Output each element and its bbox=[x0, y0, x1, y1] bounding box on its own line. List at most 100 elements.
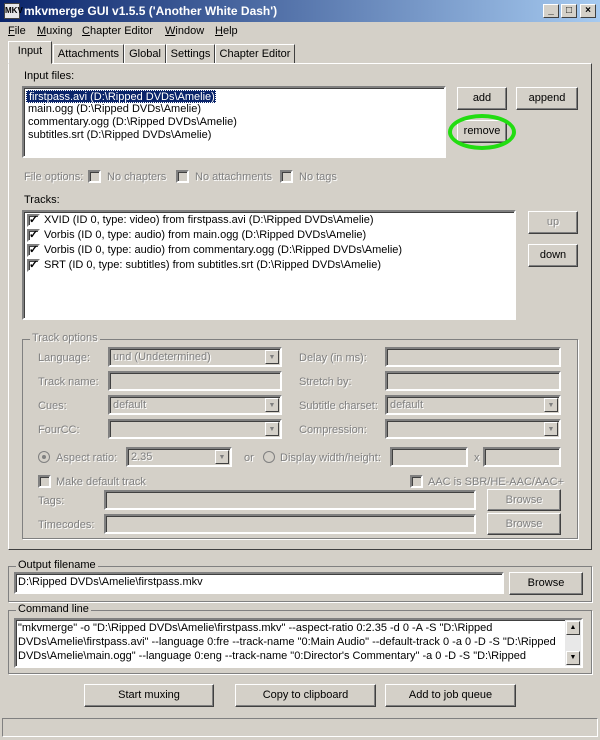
tab-input[interactable]: Input bbox=[8, 41, 52, 64]
menu-window[interactable]: Window bbox=[165, 25, 204, 37]
stretch-field[interactable] bbox=[385, 371, 561, 391]
track-options-title: Track options bbox=[30, 332, 100, 344]
menu-file[interactable]: File bbox=[8, 25, 26, 37]
aspect-ratio-label: Aspect ratio: bbox=[56, 452, 118, 464]
display-wh-label: Display width/height: bbox=[280, 452, 381, 464]
cues-value: default bbox=[113, 399, 147, 411]
close-icon[interactable]: × bbox=[580, 4, 596, 18]
language-select[interactable]: und (Undetermined) ▼ bbox=[108, 347, 282, 367]
stretch-label: Stretch by: bbox=[299, 376, 352, 388]
cues-select[interactable]: default ▼ bbox=[108, 395, 282, 415]
subtitle-charset-value: default bbox=[390, 399, 424, 411]
menu-bar: File Muxing Chapter Editor Window Help bbox=[0, 22, 600, 41]
output-filename-field[interactable]: D:\Ripped DVDs\Amelie\firstpass.mkv bbox=[14, 572, 504, 594]
subtitle-charset-select[interactable]: default ▼ bbox=[385, 395, 561, 415]
list-item[interactable]: subtitles.srt (D:\Ripped DVDs\Amelie) bbox=[26, 129, 211, 142]
window-title: mkvmerge GUI v1.5.5 ('Another White Dash… bbox=[24, 4, 278, 18]
no-tags-label: No tags bbox=[299, 171, 337, 183]
highlight-ring bbox=[448, 114, 516, 150]
no-chapters-checkbox[interactable] bbox=[88, 170, 101, 183]
chevron-down-icon: ▼ bbox=[215, 450, 229, 464]
output-title: Output filename bbox=[16, 559, 98, 571]
add-to-job-queue-button[interactable]: Add to job queue bbox=[385, 684, 516, 707]
title-bar[interactable]: MKV mkvmerge GUI v1.5.5 ('Another White … bbox=[0, 0, 600, 22]
tags-browse-button[interactable]: Browse bbox=[487, 489, 561, 511]
tags-field[interactable] bbox=[104, 490, 476, 510]
chevron-down-icon: ▼ bbox=[265, 350, 279, 364]
language-value: und (Undetermined) bbox=[113, 351, 211, 363]
minimize-icon[interactable]: _ bbox=[543, 4, 559, 18]
no-chapters-label: No chapters bbox=[107, 171, 167, 183]
or-label: or bbox=[244, 452, 254, 464]
scroll-up-icon[interactable]: ▲ bbox=[566, 621, 580, 635]
make-default-label: Make default track bbox=[56, 476, 146, 488]
no-attachments-checkbox[interactable] bbox=[176, 170, 189, 183]
timecodes-field[interactable] bbox=[104, 514, 476, 534]
list-item[interactable]: commentary.ogg (D:\Ripped DVDs\Amelie) bbox=[26, 116, 237, 129]
delay-label: Delay (in ms): bbox=[299, 352, 367, 364]
output-filename-value: D:\Ripped DVDs\Amelie\firstpass.mkv bbox=[18, 576, 203, 588]
language-label: Language: bbox=[38, 352, 90, 364]
tab-chapter-editor[interactable]: Chapter Editor bbox=[215, 44, 295, 64]
menu-chapter-editor[interactable]: Chapter Editor bbox=[82, 25, 153, 37]
file-options-label: File options: bbox=[24, 171, 84, 183]
aspect-ratio-radio[interactable] bbox=[38, 451, 50, 463]
chevron-down-icon: ▼ bbox=[544, 398, 558, 412]
chevron-down-icon: ▼ bbox=[265, 398, 279, 412]
delay-field[interactable] bbox=[385, 347, 561, 367]
make-default-checkbox[interactable] bbox=[38, 475, 51, 488]
aspect-ratio-select[interactable]: 2.35 ▼ bbox=[126, 447, 232, 467]
command-line-title: Command line bbox=[16, 603, 91, 615]
command-line-2: DVDs\Amelie\firstpass.avi" --language 0:… bbox=[18, 636, 556, 648]
aac-checkbox[interactable] bbox=[410, 475, 423, 488]
add-button[interactable]: add bbox=[457, 87, 507, 110]
scroll-down-icon[interactable]: ▼ bbox=[566, 651, 580, 665]
no-attachments-label: No attachments bbox=[195, 171, 273, 183]
up-button[interactable]: up bbox=[528, 211, 578, 234]
down-button[interactable]: down bbox=[528, 244, 578, 267]
display-width-field[interactable] bbox=[390, 447, 468, 467]
tracks-label: Tracks: bbox=[24, 194, 60, 206]
output-browse-button[interactable]: Browse bbox=[509, 572, 583, 595]
chevron-down-icon: ▼ bbox=[265, 422, 279, 436]
append-button[interactable]: append bbox=[516, 87, 578, 110]
status-bar bbox=[2, 718, 598, 737]
tab-settings[interactable]: Settings bbox=[166, 44, 215, 64]
x-label: x bbox=[474, 452, 480, 464]
list-item[interactable]: SRT (ID 0, type: subtitles) from subtitl… bbox=[42, 259, 381, 272]
aspect-ratio-value: 2.35 bbox=[131, 451, 153, 463]
command-line-3: DVDs\Amelie\main.ogg" --language 0:eng -… bbox=[18, 650, 527, 662]
timecodes-label: Timecodes: bbox=[38, 519, 95, 531]
compression-select[interactable]: ▼ bbox=[385, 419, 561, 439]
chevron-down-icon: ▼ bbox=[544, 422, 558, 436]
command-scrollbar[interactable]: ▲ ▼ bbox=[565, 620, 581, 666]
track-name-field[interactable] bbox=[108, 371, 282, 391]
subtitle-charset-label: Subtitle charset: bbox=[299, 400, 378, 412]
start-muxing-button[interactable]: Start muxing bbox=[84, 684, 214, 707]
aac-label: AAC is SBR/HE-AAC/AAC+ bbox=[428, 476, 565, 488]
track-name-label: Track name: bbox=[38, 376, 99, 388]
list-item[interactable]: Vorbis (ID 0, type: audio) from main.ogg… bbox=[42, 229, 366, 242]
cues-label: Cues: bbox=[38, 400, 67, 412]
command-line-text[interactable]: "mkvmerge" -o "D:\Ripped DVDs\Amelie\fir… bbox=[14, 618, 583, 668]
input-files-list[interactable]: firstpass.avi (D:\Ripped DVDs\Amelie) ma… bbox=[22, 86, 446, 158]
app-icon: MKV bbox=[4, 3, 23, 19]
copy-to-clipboard-button[interactable]: Copy to clipboard bbox=[235, 684, 376, 707]
list-item[interactable]: Vorbis (ID 0, type: audio) from commenta… bbox=[42, 244, 402, 257]
display-wh-radio[interactable] bbox=[263, 451, 275, 463]
compression-label: Compression: bbox=[299, 424, 367, 436]
list-item[interactable]: XVID (ID 0, type: video) from firstpass.… bbox=[42, 214, 373, 227]
menu-muxing[interactable]: Muxing bbox=[37, 25, 72, 37]
menu-help[interactable]: Help bbox=[215, 25, 238, 37]
tracks-list[interactable]: ✓ XVID (ID 0, type: video) from firstpas… bbox=[22, 210, 516, 320]
fourcc-select[interactable]: ▼ bbox=[108, 419, 282, 439]
no-tags-checkbox[interactable] bbox=[280, 170, 293, 183]
timecodes-browse-button[interactable]: Browse bbox=[487, 513, 561, 535]
list-item[interactable]: firstpass.avi (D:\Ripped DVDs\Amelie) bbox=[26, 90, 216, 103]
maximize-icon[interactable]: □ bbox=[561, 4, 577, 18]
list-item[interactable]: main.ogg (D:\Ripped DVDs\Amelie) bbox=[26, 103, 201, 116]
tab-attachments[interactable]: Attachments bbox=[53, 44, 124, 64]
tab-global[interactable]: Global bbox=[124, 44, 166, 64]
display-height-field[interactable] bbox=[483, 447, 561, 467]
fourcc-label: FourCC: bbox=[38, 424, 80, 436]
